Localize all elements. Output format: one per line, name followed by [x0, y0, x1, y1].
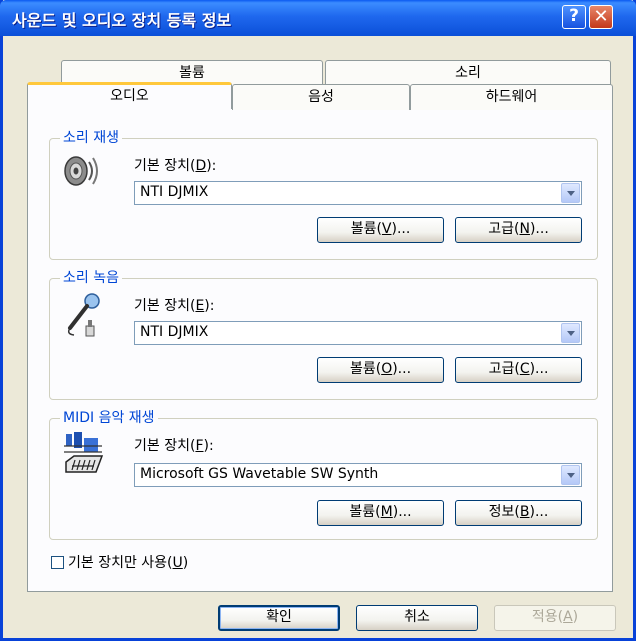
- apply-label-text: 적용(: [531, 609, 564, 625]
- default-only-label-end: ): [182, 555, 189, 571]
- midi-volume-key: M: [380, 504, 393, 520]
- tab-sounds[interactable]: 소리: [325, 60, 611, 86]
- recording-volume-text: 볼륨(: [349, 361, 382, 377]
- recording-group-label: 소리 녹음: [60, 269, 122, 287]
- playback-device-select[interactable]: NTI DJMIX: [134, 181, 582, 205]
- recording-device-label-key: E: [195, 298, 205, 314]
- title-bar[interactable]: 사운드 및 오디오 장치 등록 정보 ? ✕: [0, 0, 636, 36]
- tab-hardware-label: 하드웨어: [485, 89, 538, 105]
- tab-volume-label: 볼륨: [179, 65, 205, 81]
- tab-audio[interactable]: 오디오: [27, 82, 232, 109]
- playback-volume-key: V: [381, 221, 392, 237]
- close-icon: ✕: [593, 6, 609, 27]
- default-only-label-key: U: [172, 555, 183, 571]
- midi-keyboard-icon: [64, 432, 104, 473]
- microphone-icon: [67, 293, 100, 337]
- cancel-button[interactable]: 취소: [356, 605, 478, 631]
- speaker-icon: [64, 156, 98, 186]
- tab-voice[interactable]: 음성: [232, 84, 410, 110]
- recording-device-label: 기본 장치(E):: [134, 295, 214, 315]
- chevron-down-icon[interactable]: [561, 465, 580, 485]
- playback-advanced-button[interactable]: 고급(N)...: [455, 217, 582, 243]
- midi-volume-text: 볼륨(: [349, 504, 381, 520]
- recording-volume-key: O: [381, 361, 393, 377]
- default-only-label-text: 기본 장치만 사용(: [68, 555, 173, 571]
- midi-about-end: )...: [529, 504, 549, 520]
- midi-volume-end: )...: [392, 504, 412, 520]
- playback-device-label-key: D: [195, 158, 207, 174]
- midi-device-label-text: 기본 장치(: [134, 438, 196, 454]
- playback-advanced-text: 고급(: [488, 221, 520, 237]
- tab-hardware[interactable]: 하드웨어: [410, 84, 613, 110]
- midi-volume-button[interactable]: 볼륨(M)...: [317, 500, 444, 526]
- ok-label: 확인: [266, 609, 292, 625]
- default-only-checkbox[interactable]: [51, 556, 64, 569]
- playback-device-label: 기본 장치(D):: [134, 155, 216, 175]
- recording-advanced-key: C: [519, 361, 530, 377]
- playback-device-label-end: ):: [206, 158, 217, 174]
- tab-sounds-label: 소리: [455, 65, 481, 81]
- midi-device-select[interactable]: Microsoft GS Wavetable SW Synth: [134, 463, 582, 487]
- playback-advanced-end: )...: [529, 221, 549, 237]
- midi-device-label: 기본 장치(F):: [134, 435, 214, 455]
- midi-device-value: Microsoft GS Wavetable SW Synth: [140, 466, 379, 482]
- playback-advanced-key: N: [519, 221, 530, 237]
- playback-volume-button[interactable]: 볼륨(V)...: [317, 217, 444, 243]
- tab-audio-label: 오디오: [110, 88, 149, 104]
- recording-volume-end: )...: [392, 361, 412, 377]
- cancel-label: 취소: [404, 609, 430, 625]
- recording-device-label-end: ):: [204, 298, 215, 314]
- recording-device-select[interactable]: NTI DJMIX: [134, 321, 582, 345]
- recording-advanced-button[interactable]: 고급(C)...: [455, 357, 582, 383]
- recording-device-value: NTI DJMIX: [140, 324, 209, 340]
- playback-volume-text: 볼륨(: [350, 221, 382, 237]
- chevron-down-icon[interactable]: [561, 323, 580, 343]
- recording-device-label-text: 기본 장치(: [134, 298, 196, 314]
- midi-device-label-end: ):: [203, 438, 214, 454]
- help-button[interactable]: ?: [562, 5, 586, 29]
- window-title: 사운드 및 오디오 장치 등록 정보: [12, 11, 232, 30]
- midi-about-button[interactable]: 정보(B)...: [455, 500, 582, 526]
- apply-label-end: ): [572, 609, 579, 625]
- playback-volume-end: )...: [391, 221, 411, 237]
- playback-group-label: 소리 재생: [60, 129, 122, 147]
- close-button[interactable]: ✕: [589, 5, 613, 29]
- recording-advanced-text: 고급(: [488, 361, 520, 377]
- ok-button[interactable]: 확인: [218, 605, 340, 631]
- recording-volume-button[interactable]: 볼륨(O)...: [317, 357, 444, 383]
- apply-button[interactable]: 적용(A): [494, 605, 616, 631]
- help-icon: ?: [569, 6, 579, 26]
- default-only-label[interactable]: 기본 장치만 사용(U): [68, 552, 188, 572]
- recording-advanced-end: )...: [529, 361, 549, 377]
- chevron-down-icon[interactable]: [561, 183, 580, 203]
- midi-device-label-key: F: [195, 438, 204, 454]
- apply-label-key: A: [563, 609, 573, 625]
- midi-group-label: MIDI 음악 재생: [60, 409, 158, 427]
- midi-about-text: 정보(: [488, 504, 520, 520]
- playback-device-label-text: 기본 장치(: [134, 158, 196, 174]
- playback-device-value: NTI DJMIX: [140, 184, 209, 200]
- midi-about-key: B: [519, 504, 530, 520]
- tab-voice-label: 음성: [308, 89, 334, 105]
